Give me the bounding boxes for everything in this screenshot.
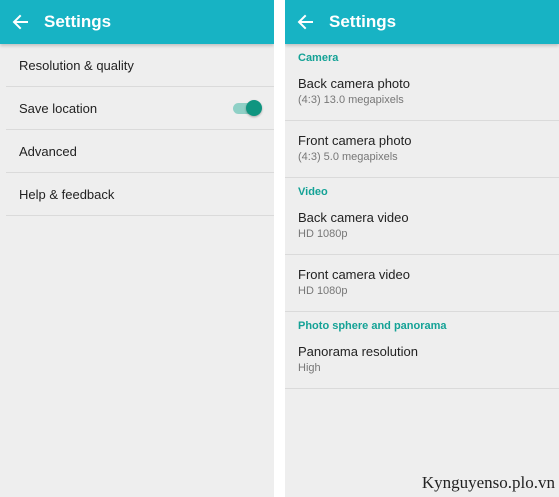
menu-item-label: Resolution & quality [19, 57, 134, 73]
toggle-thumb [246, 100, 262, 116]
page-title: Settings [329, 12, 397, 31]
setting-subtitle: (4:3) 5.0 megapixels [298, 151, 398, 163]
setting-title: Panorama resolution [298, 344, 418, 359]
settings-list: Camera Back camera photo (4:3) 13.0 mega… [285, 44, 559, 389]
setting-front-camera-photo[interactable]: Front camera photo (4:3) 5.0 megapixels [285, 121, 559, 178]
menu-item-save-location[interactable]: Save location [6, 87, 274, 130]
menu-item-label: Save location [19, 100, 98, 116]
setting-front-camera-video[interactable]: Front camera video HD 1080p [285, 255, 559, 312]
left-settings-screen: Settings Resolution & quality Save locat… [0, 0, 274, 497]
section-header-camera: Camera [298, 52, 339, 64]
menu-item-label: Advanced [19, 143, 77, 159]
setting-subtitle: High [298, 362, 321, 374]
section-header-video: Video [298, 186, 328, 198]
save-location-toggle[interactable] [231, 99, 262, 117]
setting-back-camera-video[interactable]: Back camera video HD 1080p [285, 198, 559, 255]
menu-item-help-feedback[interactable]: Help & feedback [6, 173, 274, 216]
setting-title: Front camera photo [298, 133, 412, 148]
menu-item-advanced[interactable]: Advanced [6, 130, 274, 173]
menu-item-resolution-quality[interactable]: Resolution & quality [6, 44, 274, 87]
arrow-left-icon [12, 14, 28, 30]
app-bar: Settings [285, 0, 559, 44]
menu-item-label: Help & feedback [19, 186, 115, 202]
setting-subtitle: (4:3) 13.0 megapixels [298, 94, 404, 106]
setting-title: Back camera video [298, 210, 409, 225]
back-button[interactable] [285, 0, 327, 44]
right-resolution-screen: Settings Camera Back camera photo (4:3) … [285, 0, 559, 497]
page-title: Settings [44, 12, 112, 31]
setting-panorama-resolution[interactable]: Panorama resolution High [285, 332, 559, 389]
setting-title: Back camera photo [298, 76, 411, 91]
back-button[interactable] [0, 0, 42, 44]
setting-subtitle: HD 1080p [298, 285, 348, 297]
setting-subtitle: HD 1080p [298, 228, 348, 240]
watermark: Kynguyenso.plo.vn [421, 473, 555, 492]
arrow-left-icon [297, 14, 313, 30]
settings-menu: Resolution & quality Save location Advan… [0, 44, 274, 216]
setting-back-camera-photo[interactable]: Back camera photo (4:3) 13.0 megapixels [285, 64, 559, 121]
setting-title: Front camera video [298, 267, 410, 282]
section-header-panorama: Photo sphere and panorama [298, 320, 447, 332]
app-bar: Settings [0, 0, 274, 44]
